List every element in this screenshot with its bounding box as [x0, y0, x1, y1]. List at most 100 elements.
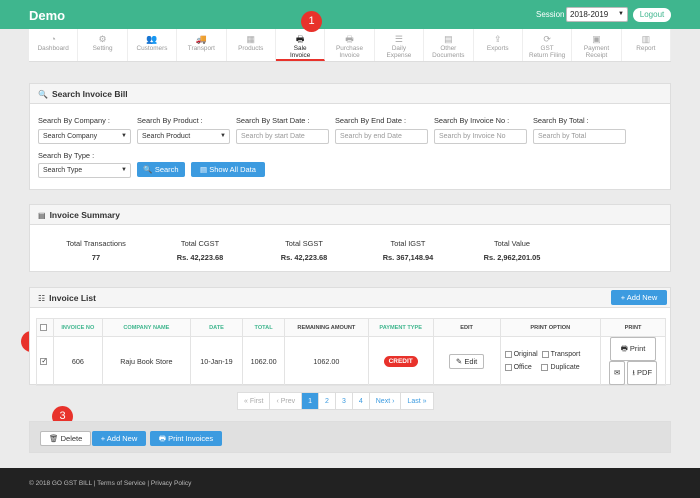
summary-value: Rs. 42,223.68 [280, 253, 328, 262]
print-button[interactable]: 🖶 Print [609, 337, 657, 361]
printer-icon: 🖶 [295, 34, 305, 44]
printer-icon: 🖶 [620, 344, 628, 353]
nav-item-report[interactable]: ▥ Report [622, 29, 672, 61]
nav-label: Report [636, 45, 656, 52]
page-link[interactable]: Next › [368, 392, 402, 410]
total-input[interactable]: Search by Total [533, 129, 626, 144]
delete-button[interactable]: 🗑 Delete [40, 431, 92, 446]
product-select[interactable]: Search Product ▼ [137, 129, 230, 144]
download-icon: ⭳ [632, 368, 635, 377]
row-checkbox-cell: ✓ [36, 336, 54, 386]
search-button-label: Search [154, 165, 179, 174]
nav-label: Exports [486, 45, 509, 52]
product-value: Search Product [142, 133, 191, 140]
page-link[interactable]: 1 [301, 392, 320, 410]
pdf-label: PDF [637, 368, 653, 377]
invoice-no-cell: 606 [52, 336, 103, 386]
search-icon: 🔍 [143, 165, 153, 174]
date-cell: 10-Jan-19 [189, 336, 244, 386]
summary-value: 77 [91, 253, 101, 262]
end-date-label: Search By End Date : [335, 116, 407, 125]
row-checkbox[interactable]: ✓ [40, 358, 48, 366]
end-date-input[interactable]: Search by end Date [335, 129, 428, 144]
session-select[interactable]: 2018-2019 ▼ [566, 7, 628, 22]
summary-label: Total SGST [285, 239, 323, 248]
nav-item-transport[interactable]: 🚚 Transport [177, 29, 227, 61]
transport-checkbox[interactable] [541, 350, 549, 358]
brand-logo[interactable]: Demo [29, 8, 65, 23]
company-select[interactable]: Search Company ▼ [38, 129, 131, 144]
select-all-header [36, 318, 54, 337]
nav-item-purchase-invoice[interactable]: 🖶 Purchase Invoice [325, 29, 375, 61]
list-icon: ☰ [394, 34, 403, 44]
printer-icon: 🖶 [345, 34, 354, 44]
list-icon: ▤ [38, 211, 46, 220]
product-label: Search By Product : [137, 116, 203, 125]
print-invoices-label: Print Invoices [168, 434, 214, 443]
caret-down-icon: ▼ [618, 11, 624, 17]
total-label: Search By Total : [533, 116, 589, 125]
invoice-no-input[interactable]: Search by Invoice No [434, 129, 527, 144]
upload-icon: ⇪ [493, 34, 502, 44]
col-company: COMPANY NAME [101, 318, 191, 337]
search-panel: 🔍 Search Invoice Bill Search By Company :… [29, 83, 671, 190]
office-checkbox[interactable] [504, 363, 512, 371]
company-value: Search Company [43, 133, 98, 140]
add-new-invoice-button[interactable]: + Add New [611, 290, 667, 305]
print-cell: 🖶 Print ✉ ⭳ PDF [600, 336, 666, 386]
privacy-link[interactable]: Privacy Policy [151, 480, 191, 487]
add-new-button[interactable]: + Add New [92, 431, 146, 446]
original-checkbox[interactable] [504, 350, 512, 358]
show-all-button[interactable]: ▤ Show All Data [191, 162, 265, 177]
footer: © 2018 GO GST BILL | Terms of Service | … [0, 468, 700, 498]
start-date-input[interactable]: Search by start Date [236, 129, 329, 144]
report-icon: ▥ [641, 34, 651, 44]
page-link[interactable]: ‹ Prev [269, 392, 303, 410]
trash-icon: 🗑 [49, 434, 59, 443]
company-cell: Raju Book Store [101, 336, 191, 386]
panel-title: Search Invoice Bill [51, 89, 128, 99]
nav-item-exports[interactable]: ⇪ Exports [474, 29, 523, 61]
page-link[interactable]: « First [237, 392, 271, 410]
nav-item-products[interactable]: ▦ Products [227, 29, 276, 61]
page-link[interactable]: Last » [400, 392, 434, 410]
terms-link[interactable]: Terms of Service [97, 480, 145, 487]
page-link[interactable]: 4 [351, 392, 370, 410]
type-select[interactable]: Search Type ▼ [38, 163, 131, 178]
logout-button[interactable]: Logout [633, 8, 671, 22]
nav-item-dashboard[interactable]: ◔ Dashboard [29, 29, 79, 61]
office-label: Office [513, 364, 532, 371]
summary-label: Total Value [493, 239, 531, 248]
nav-item-gst-return-filing[interactable]: ⟳ GST Return Filing [523, 29, 573, 61]
nav-item-daily-expense[interactable]: ☰ Daily Expense [375, 29, 425, 61]
select-all-checkbox[interactable] [40, 324, 48, 331]
cubes-icon: ▦ [246, 34, 256, 44]
nav-item-payment-receipt[interactable]: ▣ Payment Receipt [572, 29, 622, 61]
summary-value: Rs. 367,148.94 [382, 253, 434, 262]
main-nav: ◔ Dashboard ⚙ Setting 👥 Customers 🚚 Transport ▦ P… [29, 29, 672, 62]
copyright: © 2018 GO GST BILL [29, 480, 92, 487]
remaining-cell: 1062.00 [284, 336, 369, 386]
nav-item-other-documents[interactable]: ▤ Other Documents [424, 29, 474, 61]
nav-label: Customers [136, 45, 168, 52]
type-value: Search Type [43, 167, 83, 174]
caret-down-icon: ▼ [220, 133, 226, 139]
printer-icon: 🖶 [158, 434, 166, 443]
search-button[interactable]: 🔍 Search [137, 162, 185, 177]
nav-item-sale-invoice[interactable]: 🖶 Sale Invoice [275, 29, 326, 61]
nav-item-customers[interactable]: 👥 Customers [128, 29, 178, 61]
page-link[interactable]: 2 [318, 392, 336, 410]
nav-item-setting[interactable]: ⚙ Setting [78, 29, 128, 61]
pdf-button[interactable]: ⭳ PDF [627, 361, 658, 385]
edit-cell: ✎ Edit [432, 336, 501, 386]
nav-label: GST Return Filing [528, 45, 566, 59]
duplicate-checkbox[interactable] [541, 363, 549, 371]
page-link[interactable]: 3 [334, 392, 353, 410]
invoice-table: INVOICE NO COMPANY NAME DATE TOTAL REMAI… [36, 318, 666, 386]
credit-badge: CREDIT [383, 355, 418, 367]
print-invoices-button[interactable]: 🖶 Print Invoices [150, 431, 222, 446]
email-button[interactable]: ✉ [609, 361, 626, 385]
start-date-label: Search By Start Date : [236, 116, 310, 125]
edit-button[interactable]: ✎ Edit [448, 353, 485, 369]
show-all-label: Show All Data [209, 165, 256, 174]
